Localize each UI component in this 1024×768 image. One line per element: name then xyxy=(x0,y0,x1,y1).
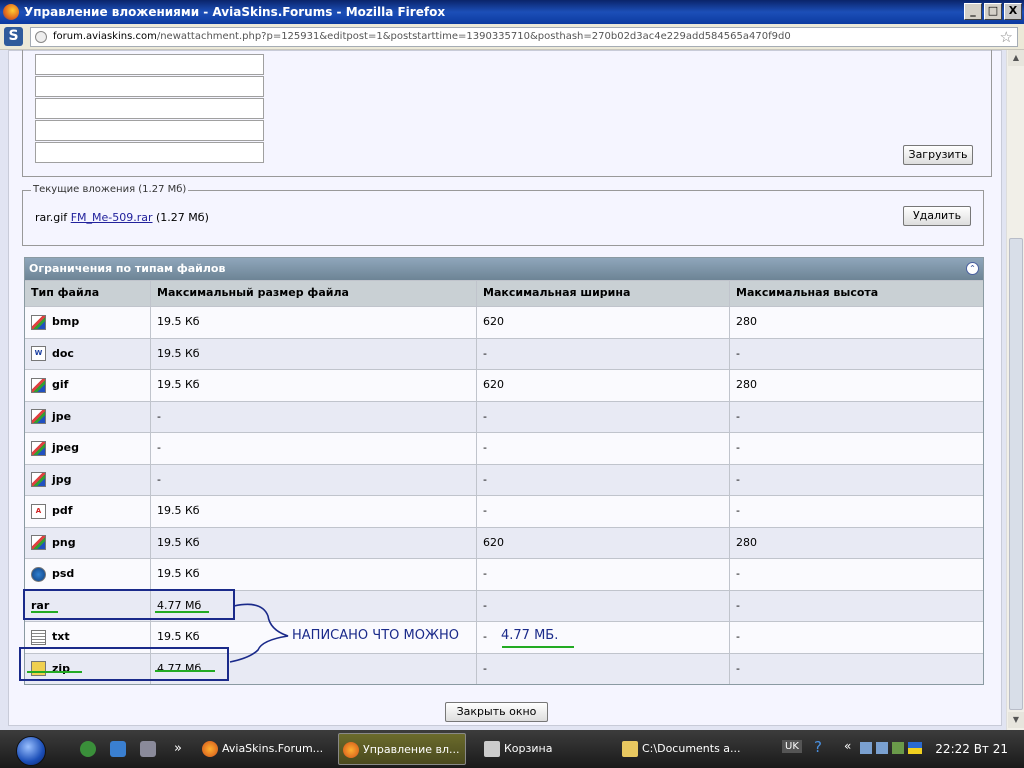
bookmark-star-icon[interactable]: ☆ xyxy=(1000,28,1013,46)
annotation-bracket xyxy=(229,603,289,663)
annotation-text: НАПИСАНО ЧТО МОЖНО xyxy=(292,628,459,643)
vertical-scrollbar[interactable]: ▲ ▼ xyxy=(1006,50,1024,730)
maximize-button[interactable]: □ xyxy=(984,3,1002,20)
tray-app-icon[interactable] xyxy=(892,742,904,754)
network-icon[interactable] xyxy=(860,742,872,754)
tray-chevron-icon[interactable]: « xyxy=(844,739,851,753)
more-chevron-icon[interactable]: » xyxy=(170,741,186,757)
recycle-bin-icon xyxy=(484,741,500,757)
clock[interactable]: 22:22 Вт 21 xyxy=(935,742,1008,756)
task-label: Корзина xyxy=(504,742,553,755)
scroll-down-icon[interactable]: ▼ xyxy=(1008,712,1024,728)
task-label: Управление вл... xyxy=(363,743,460,756)
ukraine-flag-icon[interactable] xyxy=(908,742,922,754)
firefox-icon xyxy=(343,742,359,758)
firefox-icon xyxy=(3,4,19,20)
network-icon[interactable] xyxy=(876,742,888,754)
folder-icon xyxy=(622,741,638,757)
annotation-value: 4.77 МБ. xyxy=(501,628,559,643)
language-indicator[interactable]: UK xyxy=(782,740,802,753)
rar-highlight-box xyxy=(23,589,235,620)
window-title: Управление вложениями - AviaSkins.Forums… xyxy=(24,5,446,19)
zip-highlight-box xyxy=(19,647,229,681)
start-button[interactable] xyxy=(16,736,46,766)
globe-icon xyxy=(35,31,47,43)
help-icon[interactable]: ? xyxy=(814,738,822,756)
minimize-button[interactable]: _ xyxy=(964,3,982,20)
taskbar: » AviaSkins.Forum... Управление вл... Ко… xyxy=(0,730,1024,768)
site-logo-icon: S xyxy=(4,27,23,46)
navigation-bar: S forum.aviaskins.com/newattachment.php?… xyxy=(0,24,1024,50)
url-host: forum.aviaskins.com xyxy=(53,31,157,42)
browser-quicklaunch-icon[interactable] xyxy=(80,741,96,757)
task-label: C:\Documents a... xyxy=(642,742,741,755)
close-button[interactable]: X xyxy=(1004,3,1022,20)
taskbar-item-active[interactable]: Управление вл... xyxy=(338,733,466,765)
scroll-up-icon[interactable]: ▲ xyxy=(1008,50,1024,66)
skype-quicklaunch-icon[interactable] xyxy=(110,741,126,757)
scroll-thumb[interactable] xyxy=(1009,238,1023,710)
task-label: AviaSkins.Forum... xyxy=(222,742,324,755)
firefox-icon xyxy=(202,741,218,757)
taskbar-item[interactable]: C:\Documents a... xyxy=(618,733,746,765)
network-quicklaunch-icon[interactable] xyxy=(140,741,156,757)
taskbar-item[interactable]: AviaSkins.Forum... xyxy=(198,733,326,765)
url-path: /newattachment.php?p=125931&editpost=1&p… xyxy=(156,31,791,42)
system-tray: UK ? « 22:22 Вт 21 xyxy=(744,730,1024,768)
page-content: Загрузить Текущие вложения (1.27 Мб) rar… xyxy=(0,50,1006,730)
taskbar-item[interactable]: Корзина xyxy=(480,733,608,765)
address-bar[interactable]: forum.aviaskins.com/newattachment.php?p=… xyxy=(30,27,1018,47)
window-titlebar: Управление вложениями - AviaSkins.Forums… xyxy=(0,0,1024,24)
